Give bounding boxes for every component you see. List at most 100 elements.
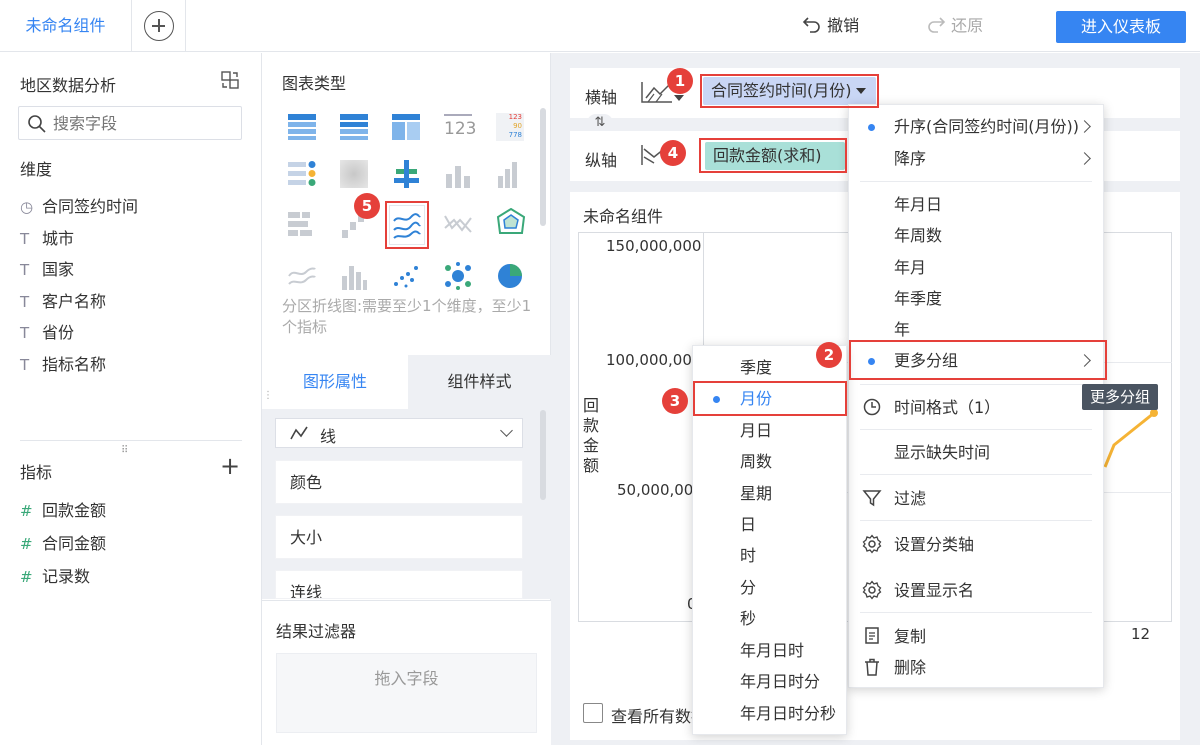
submenu-ymdh[interactable]: 年月日时 [740,640,804,662]
dimension-item[interactable]: T 城市 [20,227,74,251]
metric-title: 指标 [20,463,53,482]
mark-type-select[interactable]: 线 [275,418,523,448]
menu-divider [860,612,1092,613]
size-property[interactable]: 大小 [275,515,523,559]
submenu-hour[interactable]: 时 [740,545,756,567]
tab-component[interactable]: 未命名组件 [0,0,132,52]
clock-icon [863,398,881,416]
multi-line-icon[interactable] [288,262,316,290]
view-all-checkbox[interactable] [583,703,603,723]
bubble-chart-icon[interactable] [444,262,472,290]
highlight-x-field [700,74,879,108]
submenu-week-num[interactable]: 周数 [740,451,772,473]
metric-item[interactable]: # 回款金额 [20,499,106,523]
dimension-item[interactable]: T 客户名称 [20,290,106,314]
dataset-name: 地区数据分析 [20,76,117,95]
dimension-label: 客户名称 [42,292,107,311]
redo-button[interactable]: 还原 [926,14,983,38]
submenu-month-day[interactable]: 月日 [740,420,772,442]
filter-drop-zone[interactable]: 拖入字段 [276,653,537,733]
menu-ymd[interactable]: 年月日 [894,194,942,216]
add-tab-icon[interactable] [144,11,174,41]
gear-icon [862,534,882,554]
undo-button[interactable]: 撤销 [802,14,859,38]
dimension-item[interactable]: T 国家 [20,258,74,282]
highlight-more-grouping [849,340,1107,380]
submenu-minute[interactable]: 分 [740,577,756,599]
submenu-day[interactable]: 日 [740,514,756,536]
menu-show-missing[interactable]: 显示缺失时间 [894,442,990,464]
metric-label: 回款金额 [42,501,107,520]
heatmap-table-icon[interactable]: 123 90 778 [496,113,524,141]
search-field-box[interactable] [18,106,242,140]
drag-handle-icon[interactable]: ⠿ [121,445,128,456]
stacked-bar-icon[interactable] [392,160,420,188]
menu-divider [860,520,1092,521]
drag-handle-icon[interactable]: ⋮ [263,390,273,401]
step-badge: 2 [816,342,842,368]
chevron-down-icon [500,424,513,437]
menu-year-quarter[interactable]: 年季度 [894,288,942,310]
submenu-second[interactable]: 秒 [740,608,756,630]
submenu-weekday[interactable]: 星期 [740,483,772,505]
map-chart-icon[interactable] [340,160,368,188]
cross-table-icon[interactable] [340,114,368,140]
kpi-chart-icon[interactable]: 123 [444,114,476,140]
menu-divider [860,384,1092,385]
table-chart-icon[interactable] [288,114,316,140]
enter-dashboard-button[interactable]: 进入仪表板 [1056,11,1186,43]
add-metric-icon[interactable]: + [220,454,240,478]
menu-sort-asc[interactable]: 升序(合同签约时间(月份)) [894,116,1079,138]
tab-graph-properties[interactable]: 图形属性 [262,355,408,409]
selected-dot [868,124,875,131]
horizontal-bar-icon[interactable] [288,210,316,238]
dimension-item[interactable]: T 省份 [20,321,74,345]
dimension-label: 合同签约时间 [42,197,139,216]
bar-chart-icon[interactable] [444,160,472,188]
submenu-quarter[interactable]: 季度 [740,357,772,379]
y-tick-label: 50,000,000 [617,481,703,499]
menu-category-axis[interactable]: 设置分类轴 [894,534,974,556]
panel-splitter[interactable] [20,440,242,441]
submenu-ymdhms[interactable]: 年月日时分秒 [740,703,836,725]
swap-axes-icon[interactable]: ⇅ [587,114,613,132]
redo-label: 还原 [951,16,984,35]
connect-property[interactable]: 连线 [275,570,523,599]
y-tick-label: 100,000,000 [606,351,702,369]
switch-dataset-icon[interactable] [220,70,240,90]
search-input[interactable] [53,111,233,135]
color-property[interactable]: 颜色 [275,460,523,504]
grouped-bar-icon[interactable] [496,160,524,188]
dimension-item[interactable]: ◷ 合同签约时间 [20,195,138,219]
dimension-item[interactable]: T 指标名称 [20,353,106,377]
menu-year-month[interactable]: 年月 [894,257,926,279]
menu-delete[interactable]: 删除 [894,657,926,679]
metric-item[interactable]: # 合同金额 [20,532,106,556]
submenu-ymdhm[interactable]: 年月日时分 [740,671,820,693]
gear-icon [862,580,882,600]
scatter-chart-icon[interactable] [392,262,420,290]
tab-component-style[interactable]: 组件样式 [408,355,551,409]
filter-component-icon[interactable] [288,160,316,188]
menu-year[interactable]: 年 [894,319,910,341]
dimension-label: 省份 [42,323,75,342]
menu-filter[interactable]: 过滤 [894,488,926,510]
combo-chart-icon[interactable] [340,262,368,290]
chart-types-scrollbar[interactable] [540,108,546,226]
menu-copy[interactable]: 复制 [894,626,926,648]
menu-display-name[interactable]: 设置显示名 [894,580,974,602]
pie-chart-icon[interactable] [496,262,524,290]
redo-icon [928,17,946,33]
area-line-icon[interactable] [444,210,472,238]
radar-chart-icon[interactable] [496,208,526,238]
menu-time-format[interactable]: 时间格式（1） [894,397,1000,419]
menu-divider [860,474,1092,475]
x-axis-dropdown-icon[interactable] [674,95,684,101]
properties-scrollbar[interactable] [540,410,546,500]
metric-item[interactable]: # 记录数 [20,565,90,589]
data-point [1150,409,1158,417]
clock-icon: ◷ [20,198,34,216]
detail-table-icon[interactable] [392,114,420,140]
menu-sort-desc[interactable]: 降序 [894,148,926,170]
menu-year-week[interactable]: 年周数 [894,225,942,247]
